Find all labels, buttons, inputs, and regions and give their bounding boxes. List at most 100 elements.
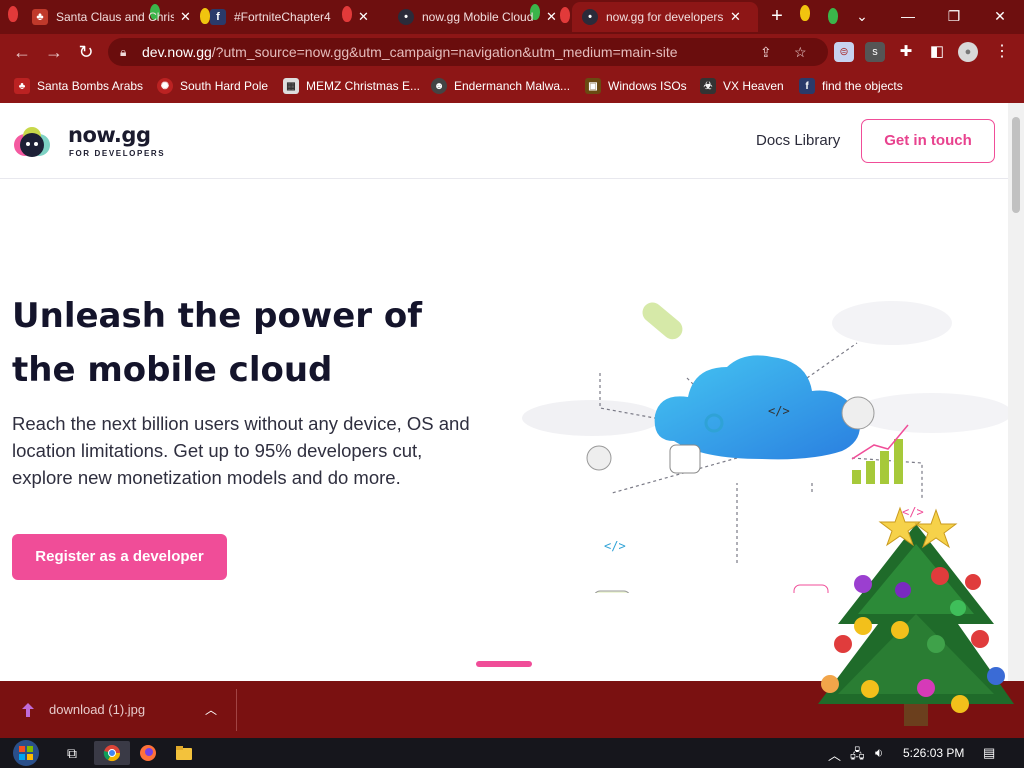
restore-button[interactable]: ❐ [934,4,974,28]
firefox-taskbar-icon[interactable] [130,741,166,765]
bookmark-vx-heaven[interactable]: ☣ VX Heaven [700,76,784,96]
windows-icon: ▣ [585,78,601,94]
logo-name: now.gg [68,123,151,147]
bookmark-label: MEMZ Christmas E... [306,79,421,93]
share-icon[interactable]: ⇪ [760,40,772,64]
cloud-icon [654,355,860,460]
scrollbar-thumb[interactable] [1012,117,1020,213]
file-explorer-taskbar-icon[interactable] [166,741,202,765]
download-item[interactable]: download (1).jpg ︿ [0,689,237,731]
tab-search-chevron-icon[interactable]: ⌄ [842,4,882,28]
tab-nowgg-mobile-cloud[interactable]: • now.gg Mobile Cloud ✕ [388,2,567,32]
close-window-button[interactable]: ✕ [980,4,1020,28]
nowgg-logo[interactable]: now.gg FOR DEVELOPERS [12,123,172,163]
new-tab-button[interactable]: + [766,6,788,28]
christmas-light-decoration [800,5,810,21]
browser-toolbar: ← → ↻ 🔒︎ dev.now.gg/?utm_source=now.gg&u… [0,34,1024,70]
bookmarks-bar: ♣ Santa Bombs Arabs ✺ South Hard Pole ▦ … [0,70,1024,103]
ghost-tile-icon [669,444,701,474]
chrome-icon [103,745,121,762]
windows-taskbar: ⧉ ︿ 🖧︎ 🔉︎ 5:26:03 PM ▤ [0,738,1024,768]
christmas-light-decoration [8,6,18,22]
nowgg-mascot-icon [14,127,50,157]
address-path: /?utm_source=now.gg&utm_campaign=navigat… [211,44,678,60]
tab-nowgg-developers[interactable]: • now.gg for developers ✕ [572,2,758,32]
capsule-icon [642,302,683,340]
bookmark-windows-isos[interactable]: ▣ Windows ISOs [585,76,687,96]
vx-icon: ☣ [700,78,716,94]
tab-title: #FortniteChapter4 [234,10,331,24]
bookmark-memz-christmas[interactable]: ▦ MEMZ Christmas E... [283,76,420,96]
bookmark-label: Windows ISOs [608,79,687,93]
tab-strip: ♣ Santa Claus and Christ ✕ f #FortniteCh… [0,0,1024,34]
volume-icon[interactable]: 🔉︎ [875,745,883,761]
docs-library-link[interactable]: Docs Library [756,132,840,149]
tab-santa-claus[interactable]: ♣ Santa Claus and Christ ✕ [22,2,201,32]
extensions-puzzle-icon[interactable]: ✚ [896,42,916,62]
lock-icon: 🔒︎ [120,45,127,59]
christmas-light-decoration [828,8,838,24]
logo-subtitle: FOR DEVELOPERS [69,149,166,158]
translate-extension-icon[interactable]: ⊜ [834,42,854,62]
bookmark-label: find the objects [822,79,903,93]
start-button[interactable] [9,738,43,768]
chrome-taskbar-icon[interactable] [94,741,130,765]
bookmark-label: Santa Bombs Arabs [37,79,144,93]
browser-chrome: ♣ Santa Claus and Christ ✕ f #FortniteCh… [0,0,1024,103]
image-file-icon [22,703,34,717]
firefox-icon [140,745,156,761]
chevron-up-tray-icon[interactable]: ︿ [828,745,841,764]
santa-icon: ♣ [14,78,30,94]
hero-title: Unleash the power of the mobile cloud [12,296,423,390]
hero-description: Reach the next billion users without any… [12,413,470,488]
bookmark-find-the-objects[interactable]: f find the objects [799,76,903,96]
register-developer-button[interactable]: Register as a developer [12,534,227,580]
back-button[interactable]: ← [10,40,34,64]
coin-icon [841,396,875,430]
bookmark-label: South Hard Pole [180,79,269,93]
reload-button[interactable]: ↻ [74,40,98,64]
notifications-icon[interactable]: ▤ [983,745,995,761]
facebook-icon: f [799,78,815,94]
bookmark-endermanch[interactable]: ☻ Endermanch Malwa... [431,76,570,96]
task-view-icon[interactable]: ⧉ [54,741,90,765]
browser-menu-icon[interactable]: ⋮ [992,42,1012,62]
tab-title: now.gg Mobile Cloud [422,10,534,24]
forward-button[interactable]: → [42,40,66,64]
close-tab-icon[interactable]: ✕ [730,9,741,25]
memz-icon: ▦ [283,78,299,94]
close-tab-icon[interactable]: ✕ [180,9,191,25]
fortnite-icon: f [210,9,226,25]
minimize-button[interactable]: — [888,4,928,28]
chevron-up-icon[interactable]: ︿ [205,701,217,718]
s-extension-icon[interactable]: s [865,42,885,62]
tab-title: now.gg for developers [606,10,724,24]
side-panel-icon[interactable]: ◧ [927,42,947,62]
address-bar[interactable]: 🔒︎ dev.now.gg/?utm_source=now.gg&utm_cam… [108,38,828,66]
profile-avatar[interactable]: ● [958,42,978,62]
bookmark-south-hard-pole[interactable]: ✺ South Hard Pole [157,76,268,96]
nowgg-icon: • [398,9,414,25]
folder-icon [176,746,192,760]
tab-fortnite[interactable]: f #FortniteChapter4 ✕ [200,2,379,32]
carousel-indicator[interactable] [476,661,532,667]
close-tab-icon[interactable]: ✕ [546,9,557,25]
coin-icon [586,445,612,471]
bookmark-santa-bombs-arabs[interactable]: ♣ Santa Bombs Arabs [14,76,143,96]
pole-icon: ✺ [157,78,173,94]
bookmark-label: VX Heaven [723,79,784,93]
close-tab-icon[interactable]: ✕ [358,9,369,25]
taskbar-clock[interactable]: 5:26:03 PM [903,746,964,760]
code-tag-icon: </> [768,404,790,418]
endermanch-icon: ☻ [431,78,447,94]
christmas-tree-overlay [818,506,1014,726]
site-header: now.gg FOR DEVELOPERS Docs Library Get i… [0,103,1008,179]
address-host: dev.now.gg [142,44,212,60]
network-icon[interactable]: 🖧︎ [850,745,865,767]
santa-icon: ♣ [32,9,48,25]
get-in-touch-button[interactable]: Get in touch [861,119,995,163]
code-tag-icon: </> [604,539,626,553]
bookmark-star-icon[interactable]: ☆ [794,40,807,64]
bookmark-label: Endermanch Malwa... [454,79,571,93]
nowgg-icon: • [582,9,598,25]
